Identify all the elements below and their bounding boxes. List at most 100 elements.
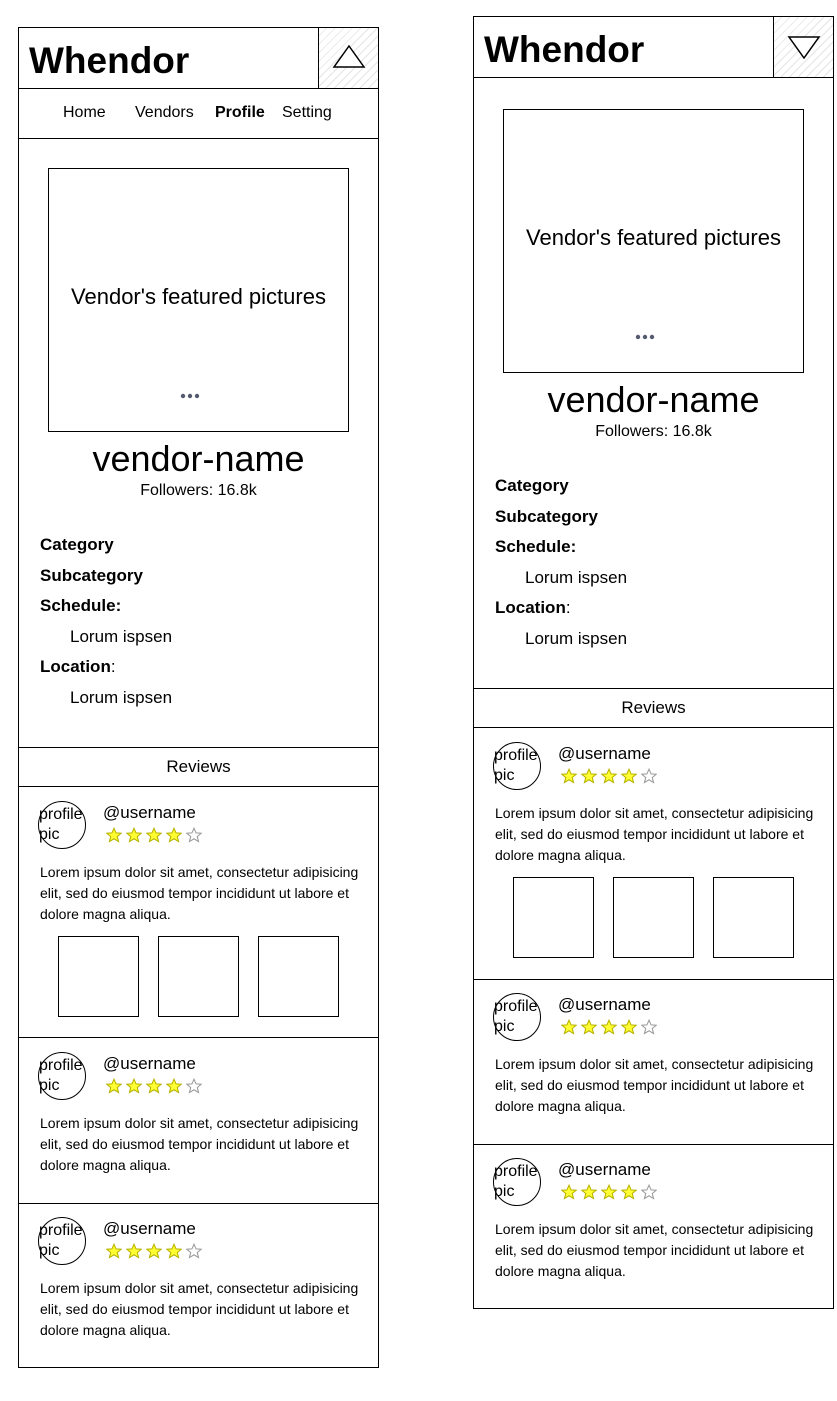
avatar[interactable]: profile pic	[38, 1052, 86, 1100]
review-card: profile pic @username Lorem ipsum dolor …	[474, 979, 833, 1145]
star-rating	[561, 768, 661, 791]
reviews-header: Reviews	[19, 747, 378, 787]
review-text: Lorem ipsum dolor sit amet, consectetur …	[40, 864, 359, 922]
featured-pictures-label: Vendor's featured pictures	[71, 284, 326, 309]
featured-pictures-label: Vendor's featured pictures	[526, 225, 781, 250]
subcategory-label: Subcategory	[40, 566, 143, 585]
star-icon	[621, 1184, 637, 1200]
review-text: Lorem ipsum dolor sit amet, consectetur …	[495, 805, 814, 863]
category-label: Category	[495, 476, 569, 495]
nav-menu: Home Vendors Profile Setting	[19, 89, 378, 139]
menu-toggle-button[interactable]	[773, 17, 833, 77]
review-username[interactable]: @username	[558, 1160, 651, 1180]
avatar[interactable]: profile pic	[493, 1158, 541, 1206]
star-icon	[146, 827, 162, 843]
star-icon	[186, 1243, 202, 1259]
star-icon	[641, 1184, 657, 1200]
avatar[interactable]: profile pic	[493, 742, 541, 790]
review-username[interactable]: @username	[558, 744, 651, 764]
location-colon: :	[110, 657, 116, 676]
category-label: Category	[40, 535, 114, 554]
star-icon	[601, 1184, 617, 1200]
featured-pictures-carousel[interactable]: Vendor's featured pictures	[48, 168, 349, 432]
triangle-up-icon	[332, 44, 366, 68]
star-icon	[106, 1243, 122, 1259]
review-photo[interactable]	[158, 936, 239, 1017]
reviews-header: Reviews	[474, 688, 833, 728]
schedule-value: Lorum ispsen	[525, 568, 628, 587]
star-icon	[641, 768, 657, 784]
schedule-value: Lorum ispsen	[70, 627, 173, 646]
review-text: Lorem ipsum dolor sit amet, consectetur …	[40, 1280, 359, 1338]
review-card: profile pic @username Lorem ipsum dolor …	[19, 787, 378, 1038]
review-username[interactable]: @username	[103, 1219, 196, 1239]
schedule-label: Schedule:	[495, 537, 577, 556]
review-username[interactable]: @username	[558, 995, 651, 1015]
review-card: profile pic @username Lorem ipsum dolor …	[19, 1038, 378, 1204]
nav-item-vendors[interactable]: Vendors	[135, 103, 194, 123]
ellipsis-icon[interactable]	[180, 393, 200, 399]
star-icon	[601, 1019, 617, 1035]
star-icon	[126, 1078, 142, 1094]
followers-count: Followers: 16.8k	[19, 481, 378, 501]
star-icon	[641, 1019, 657, 1035]
nav-item-home[interactable]: Home	[63, 103, 106, 123]
review-photo[interactable]	[513, 877, 594, 958]
star-icon	[166, 1243, 182, 1259]
avatar[interactable]: profile pic	[38, 801, 86, 849]
review-photo[interactable]	[258, 936, 339, 1017]
review-photo[interactable]	[713, 877, 794, 958]
review-photo[interactable]	[613, 877, 694, 958]
mobile-frame-menu-open: Whendor Home Vendors Profile Setting Ven…	[18, 27, 379, 1368]
app-title: Whendor	[484, 29, 645, 70]
schedule-label: Schedule:	[40, 596, 122, 615]
star-rating	[561, 1019, 661, 1042]
star-icon	[581, 1184, 597, 1200]
star-icon	[166, 827, 182, 843]
star-icon	[601, 768, 617, 784]
star-icon	[581, 1019, 597, 1035]
star-icon	[561, 768, 577, 784]
star-icon	[621, 768, 637, 784]
star-icon	[106, 827, 122, 843]
star-icon	[106, 1078, 122, 1094]
star-icon	[581, 768, 597, 784]
triangle-down-icon	[787, 36, 821, 59]
avatar[interactable]: profile pic	[493, 993, 541, 1041]
ellipsis-icon[interactable]	[635, 334, 655, 340]
menu-toggle-button[interactable]	[318, 28, 378, 88]
followers-label: Followers:	[140, 482, 214, 499]
review-text: Lorem ipsum dolor sit amet, consectetur …	[495, 1221, 814, 1279]
star-icon	[126, 827, 142, 843]
vendor-name: vendor-name	[547, 379, 760, 420]
review-card: profile pic @username Lorem ipsum dolor …	[474, 1144, 833, 1308]
location-label-text: Location	[40, 657, 111, 676]
location-value: Lorum ispsen	[70, 688, 173, 707]
nav-item-setting[interactable]: Setting	[282, 103, 332, 123]
star-rating	[106, 1243, 206, 1266]
review-text: Lorem ipsum dolor sit amet, consectetur …	[40, 1115, 359, 1173]
location-label: Location:	[40, 656, 116, 678]
review-card: profile pic @username Lorem ipsum dolor …	[474, 728, 833, 980]
review-card: profile pic @username Lorem ipsum dolor …	[19, 1203, 378, 1367]
location-colon: :	[565, 598, 571, 617]
review-username[interactable]: @username	[103, 1054, 196, 1074]
review-username[interactable]: @username	[103, 803, 196, 823]
followers-label: Followers:	[595, 423, 669, 440]
star-icon	[166, 1078, 182, 1094]
app-header: Whendor	[19, 28, 378, 89]
star-icon	[146, 1243, 162, 1259]
review-photo[interactable]	[58, 936, 139, 1017]
star-icon	[146, 1078, 162, 1094]
app-title: Whendor	[29, 40, 190, 81]
star-icon	[621, 1019, 637, 1035]
avatar[interactable]: profile pic	[38, 1217, 86, 1265]
featured-pictures-carousel[interactable]: Vendor's featured pictures	[503, 109, 804, 373]
vendor-name: vendor-name	[92, 438, 305, 479]
subcategory-label: Subcategory	[495, 507, 598, 526]
nav-item-profile[interactable]: Profile	[215, 103, 265, 123]
followers-count: Followers: 16.8k	[474, 422, 833, 442]
star-icon	[561, 1184, 577, 1200]
star-icon	[126, 1243, 142, 1259]
location-label: Location:	[495, 597, 571, 619]
